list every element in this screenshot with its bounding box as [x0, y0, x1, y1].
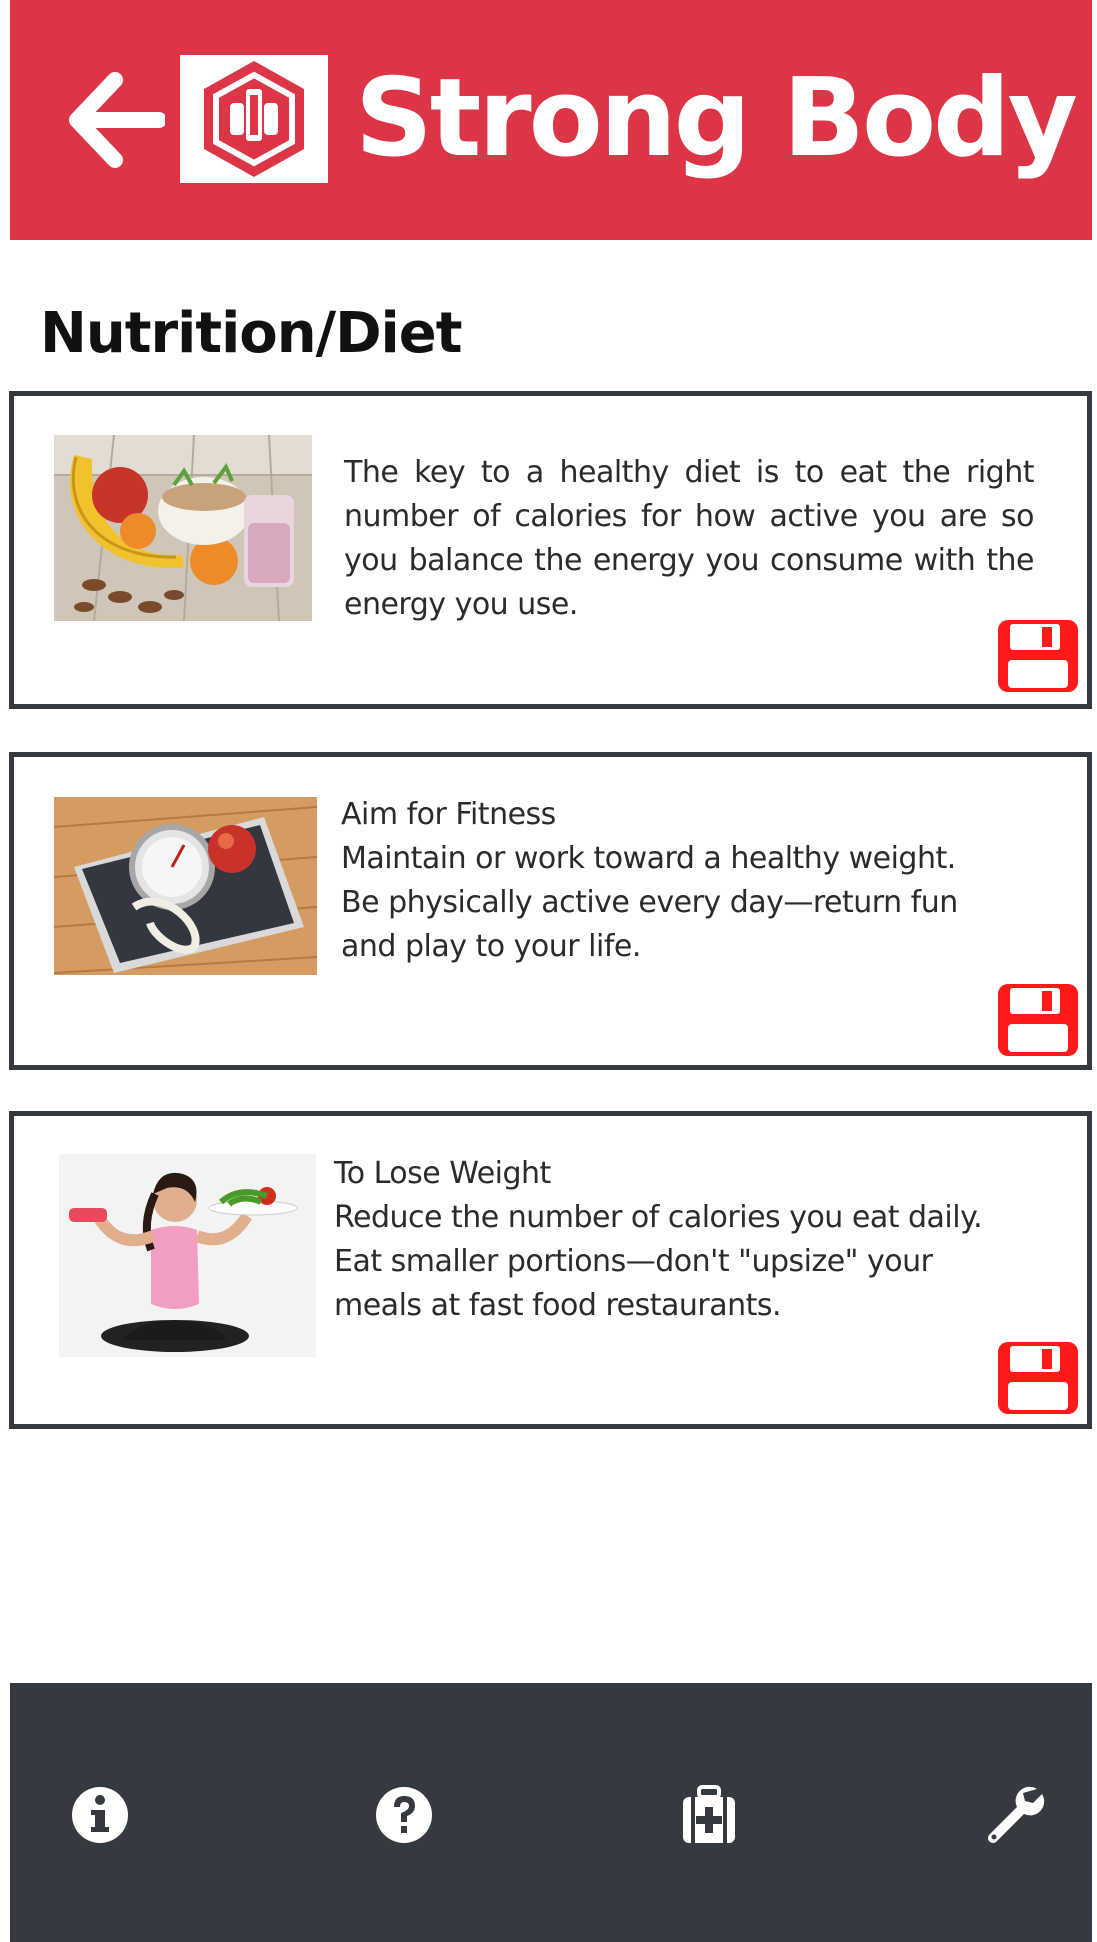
arrow-left-icon	[69, 72, 167, 168]
nav-medical-button[interactable]	[673, 1779, 745, 1851]
bottom-nav	[10, 1683, 1092, 1942]
card-paragraph: The key to a healthy diet is to eat the …	[344, 455, 1035, 622]
nav-help-button[interactable]	[368, 1779, 440, 1851]
card-line: Be physically active every day—return fu…	[341, 885, 958, 920]
nutrition-card: The key to a healthy diet is to eat the …	[9, 391, 1092, 709]
save-button[interactable]	[996, 618, 1080, 694]
card-line: and play to your life.	[341, 929, 641, 964]
page-title: Nutrition/Diet	[40, 301, 463, 366]
card-text: Aim for Fitness Maintain or work toward …	[341, 793, 1041, 969]
question-icon	[376, 1787, 432, 1843]
nav-settings-button[interactable]	[977, 1779, 1049, 1851]
card-heading: Aim for Fitness	[341, 797, 556, 832]
logo	[180, 55, 328, 183]
save-button[interactable]	[996, 1340, 1080, 1416]
card-line: Maintain or work toward a healthy weight…	[341, 841, 956, 876]
floppy-disk-icon	[998, 1342, 1078, 1414]
card-text: To Lose Weight Reduce the number of calo…	[334, 1152, 1054, 1328]
card-line: meals at fast food restaurants.	[334, 1288, 782, 1323]
weight-loss-card: To Lose Weight Reduce the number of calo…	[9, 1111, 1092, 1429]
info-icon	[72, 1787, 128, 1843]
app-brand-title: Strong Body	[355, 56, 1078, 181]
card-text: The key to a healthy diet is to eat the …	[344, 451, 1035, 627]
save-button[interactable]	[996, 982, 1080, 1058]
card-line: Reduce the number of calories you eat da…	[334, 1200, 983, 1235]
fitness-card: Aim for Fitness Maintain or work toward …	[9, 752, 1092, 1070]
scale-and-apple-image	[54, 797, 317, 975]
wrench-icon	[988, 1786, 1045, 1843]
nav-info-button[interactable]	[64, 1779, 136, 1851]
app-header: Strong Body	[10, 0, 1092, 240]
card-heading: To Lose Weight	[334, 1156, 551, 1191]
card-line: Eat smaller portions—don't "upsize" your	[334, 1244, 933, 1279]
medical-kit-icon	[683, 1785, 735, 1843]
dumbbell-hexagon-icon	[204, 61, 304, 177]
woman-yoga-image	[59, 1154, 316, 1357]
floppy-disk-icon	[998, 984, 1078, 1056]
back-button[interactable]	[65, 70, 167, 170]
floppy-disk-icon	[998, 620, 1078, 692]
healthy-food-image	[54, 435, 312, 621]
